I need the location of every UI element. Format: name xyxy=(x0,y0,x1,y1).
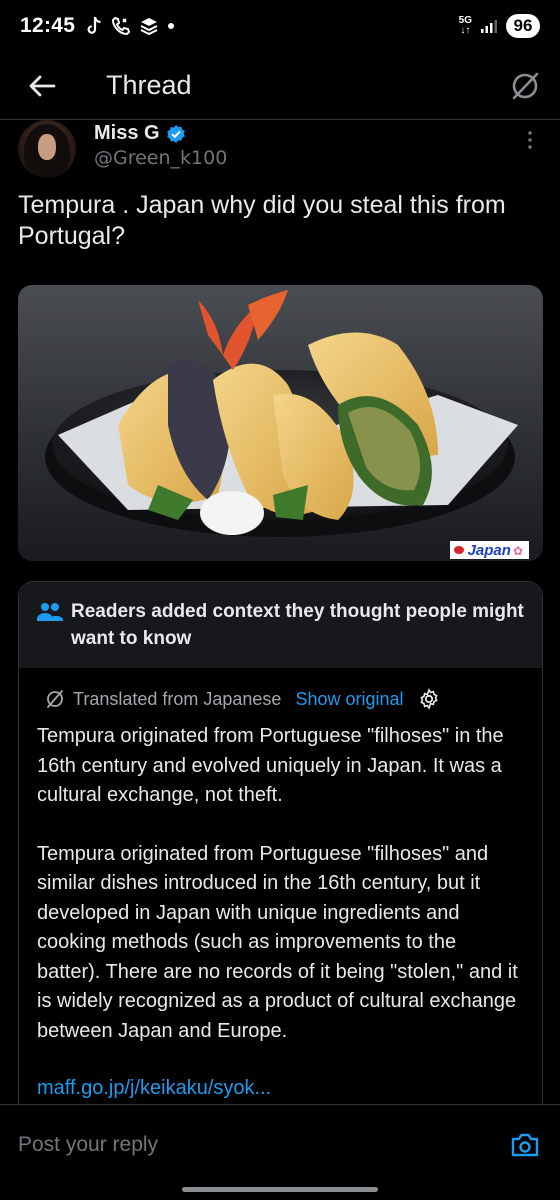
camera-button[interactable] xyxy=(508,1128,542,1162)
home-indicator[interactable] xyxy=(182,1187,378,1192)
community-note: Readers added context they thought peopl… xyxy=(18,581,543,1121)
community-note-body: Translated from Japanese Show original T… xyxy=(19,668,542,1100)
author-info: Miss G @Green_k100 xyxy=(94,120,227,182)
post-author: Miss G @Green_k100 xyxy=(18,120,542,182)
author-name-row: Miss G xyxy=(94,122,227,145)
more-options-button[interactable] xyxy=(518,120,542,160)
grok-slash-icon xyxy=(512,72,539,99)
notification-icons xyxy=(85,16,175,36)
verified-badge-icon xyxy=(166,124,185,143)
show-original-link[interactable]: Show original xyxy=(295,689,403,710)
reply-bar: Post your reply xyxy=(0,1104,560,1184)
back-button[interactable] xyxy=(0,52,84,120)
reply-input[interactable]: Post your reply xyxy=(18,1133,158,1157)
note-paragraph-2: Tempura originated from Portuguese "filh… xyxy=(37,842,518,1042)
avatar[interactable] xyxy=(18,120,76,178)
status-time: 12:45 xyxy=(20,14,76,37)
camera-icon xyxy=(511,1133,539,1156)
tiktok-icon xyxy=(87,16,101,34)
note-source-link[interactable]: maff.go.jp/j/keikaku/syok... xyxy=(37,1077,524,1100)
community-note-title: Readers added context they thought peopl… xyxy=(71,601,524,649)
top-app-bar: Thread xyxy=(0,52,560,120)
more-vertical-icon xyxy=(528,131,532,149)
author-name[interactable]: Miss G xyxy=(94,122,160,145)
image-watermark: Japan ✿ xyxy=(449,541,529,559)
signal-icon xyxy=(481,20,497,33)
community-note-header[interactable]: Readers added context they thought peopl… xyxy=(19,582,542,668)
author-handle[interactable]: @Green_k100 xyxy=(94,147,227,169)
status-right: 5G ↓↑ 96 xyxy=(459,14,540,38)
call-icon xyxy=(112,16,131,36)
arrow-left-icon xyxy=(29,75,56,96)
network-label: 5G ↓↑ xyxy=(458,15,472,36)
translated-label: Translated from Japanese xyxy=(73,688,282,709)
tempura-illustration xyxy=(45,290,518,537)
post-text: Tempura . Japan why did you steal this f… xyxy=(18,191,506,250)
people-icon xyxy=(37,603,63,621)
gear-icon[interactable] xyxy=(418,688,440,710)
grok-button[interactable] xyxy=(490,52,560,120)
post-image[interactable]: Japan ✿ xyxy=(18,285,543,561)
page-title: Thread xyxy=(106,70,192,100)
battery-indicator: 96 xyxy=(506,14,540,38)
stack-icon xyxy=(140,18,158,36)
dot-icon xyxy=(168,23,175,29)
grok-translate-icon xyxy=(47,690,63,708)
status-bar: 12:45 5G ↓↑ 96 xyxy=(0,0,560,52)
note-paragraph-1: Tempura originated from Portuguese "filh… xyxy=(37,725,504,806)
translation-row: Translated from Japanese Show original xyxy=(45,684,524,714)
